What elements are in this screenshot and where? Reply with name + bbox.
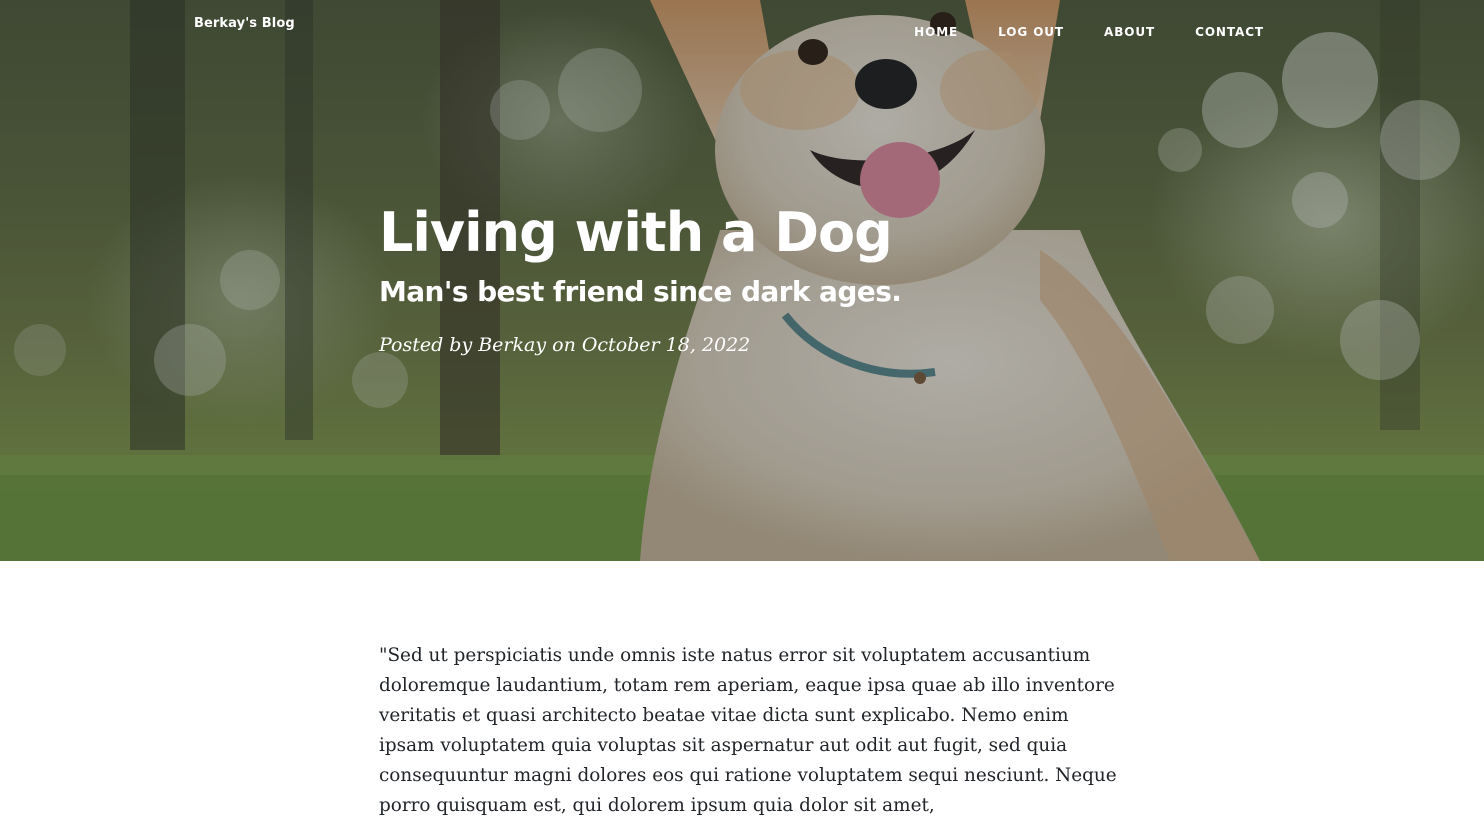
- post-title: Living with a Dog: [379, 201, 893, 264]
- post-meta: Posted by Berkay on October 18, 2022: [379, 334, 751, 356]
- post-subtitle: Man's best friend since dark ages.: [379, 275, 902, 308]
- nav-link-contact[interactable]: CONTACT: [1195, 25, 1264, 39]
- post-heading: Living with a Dog Man's best friend sinc…: [379, 196, 1139, 358]
- hero-header: Berkay's Blog HOME LOG OUT ABOUT CONTACT…: [0, 0, 1484, 561]
- nav-link-about[interactable]: ABOUT: [1104, 25, 1155, 39]
- nav-item-home: HOME: [914, 23, 958, 41]
- page: Berkay's Blog HOME LOG OUT ABOUT CONTACT…: [0, 0, 1484, 824]
- nav-link-logout[interactable]: LOG OUT: [998, 25, 1064, 39]
- article-body: "Sed ut perspiciatis unde omnis iste nat…: [379, 645, 1117, 816]
- brand-logo-link[interactable]: Berkay's Blog: [194, 16, 295, 31]
- nav-item-contact: CONTACT: [1195, 23, 1264, 41]
- nav-link-home[interactable]: HOME: [914, 25, 958, 39]
- nav-item-about: ABOUT: [1104, 23, 1155, 41]
- nav-item-logout: LOG OUT: [998, 23, 1064, 41]
- main-nav: HOME LOG OUT ABOUT CONTACT: [914, 23, 1264, 41]
